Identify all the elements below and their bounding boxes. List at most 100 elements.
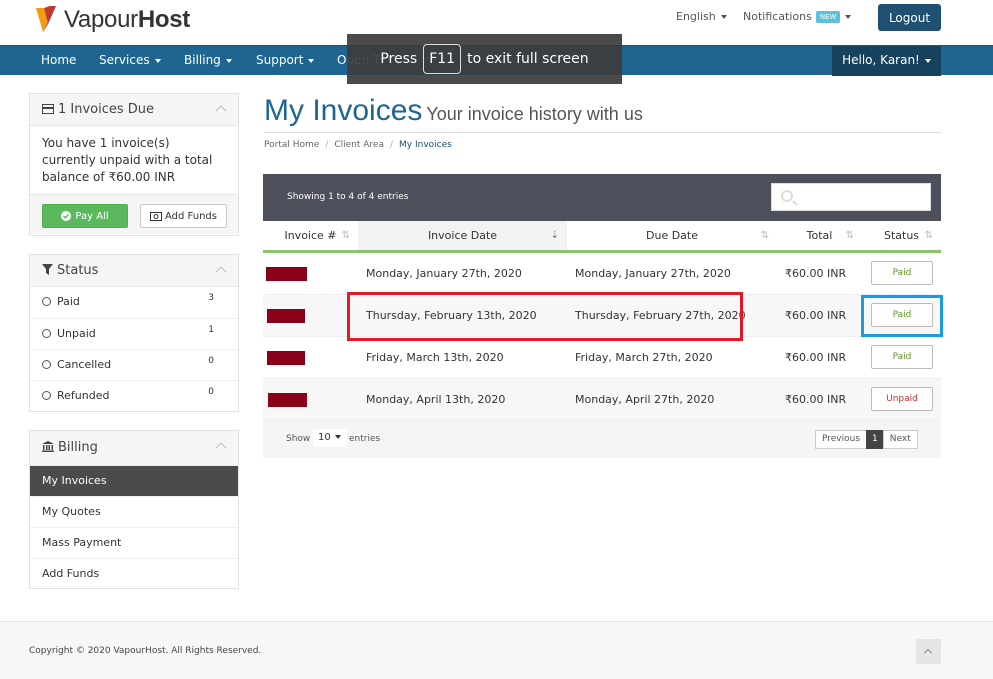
status-filter-unpaid[interactable]: Unpaid 1: [30, 318, 238, 349]
status-filter-label: Paid: [57, 295, 80, 308]
breadcrumb-separator: /: [389, 140, 394, 150]
brand-name: VapourHost: [64, 6, 190, 33]
column-label: Total: [806, 229, 833, 242]
brand-logo[interactable]: VapourHost: [34, 2, 194, 36]
billing-header[interactable]: Billing: [30, 431, 238, 465]
table-search-input[interactable]: [771, 183, 931, 211]
breadcrumb-portal-home[interactable]: Portal Home: [264, 140, 319, 150]
chevron-up-icon[interactable]: [215, 442, 227, 454]
chevron-up-icon[interactable]: [215, 266, 227, 278]
column-label: Status: [883, 229, 920, 242]
invoice-date-cell: Monday, January 27th, 2020: [366, 267, 522, 280]
due-date-cell: Monday, January 27th, 2020: [575, 267, 731, 280]
column-header-total[interactable]: Total ⇅: [777, 221, 862, 250]
column-header-status[interactable]: Status ⇅: [862, 221, 941, 250]
status-filter-label: Refunded: [57, 389, 110, 402]
pagination-previous[interactable]: Previous: [815, 430, 868, 449]
entries-per-page-value: 10: [318, 432, 331, 443]
invoices-due-header[interactable]: 1 Invoices Due: [30, 94, 238, 126]
credit-card-icon: [42, 103, 54, 114]
entries-per-page-select[interactable]: 10: [313, 429, 347, 447]
radio-icon[interactable]: [42, 359, 51, 369]
nav-support[interactable]: Support: [256, 46, 315, 76]
billing-panel: Billing My Invoices My Quotes Mass Payme…: [29, 430, 239, 589]
status-panel: Status Paid 3 Unpaid 1 Cancelled 0 Refunded…: [29, 254, 239, 412]
new-badge: NEW: [815, 11, 841, 23]
pay-all-button[interactable]: Pay All: [42, 204, 128, 228]
sidebar-item-mass-payment[interactable]: Mass Payment: [30, 527, 238, 558]
nav-services[interactable]: Services: [99, 46, 161, 76]
breadcrumb-separator: /: [325, 140, 329, 150]
page-title: My Invoices Your invoice history with us: [264, 94, 643, 128]
nav-home[interactable]: Home: [41, 46, 76, 76]
total-cell: ₹60.00 INR: [785, 267, 847, 280]
nav-services-label: Services: [99, 53, 150, 67]
table-row[interactable]: Monday, January 27th, 2020 Monday, Janua…: [263, 253, 941, 295]
nav-billing-label: Billing: [184, 53, 221, 67]
search-icon: [781, 190, 793, 202]
sort-icon: ⇅: [924, 230, 933, 241]
column-label: Invoice Date: [427, 229, 498, 242]
pagination-next[interactable]: Next: [882, 430, 918, 449]
column-header-due-date[interactable]: Due Date ⇅: [567, 221, 777, 250]
status-header[interactable]: Status: [30, 255, 238, 287]
sort-icon: ⇅: [760, 230, 769, 241]
status-filter-paid[interactable]: Paid 3: [30, 287, 238, 318]
highlight-box-red: [347, 292, 743, 341]
status-filter-cancelled[interactable]: Cancelled 0: [30, 349, 238, 380]
user-greeting: Hello, Karan!: [842, 53, 920, 67]
table-info: Showing 1 to 4 of 4 entries: [287, 192, 409, 202]
status-count: 0: [208, 387, 214, 397]
language-label: English: [676, 10, 716, 23]
breadcrumb-client-area[interactable]: Client Area: [334, 140, 384, 150]
notifications-label: Notifications: [743, 10, 812, 23]
radio-icon[interactable]: [42, 390, 51, 400]
status-badge: Unpaid: [871, 387, 933, 411]
length-label: Show: [286, 434, 311, 444]
sort-icon: ⇅: [845, 230, 854, 241]
sidebar-item-my-quotes[interactable]: My Quotes: [30, 496, 238, 527]
back-to-top-button[interactable]: [916, 639, 941, 664]
money-icon: [150, 211, 162, 221]
column-header-invoice-date[interactable]: Invoice Date ⇣: [358, 221, 567, 250]
length-after-label: entries: [349, 434, 381, 444]
status-count: 1: [208, 325, 214, 335]
sidebar-item-my-invoices[interactable]: My Invoices: [30, 465, 238, 496]
invoice-number-redacted[interactable]: [267, 351, 305, 365]
column-header-invoice-number[interactable]: Invoice # ⇅: [263, 221, 358, 250]
table-row[interactable]: Monday, April 13th, 2020 Monday, April 2…: [263, 379, 941, 421]
status-count: 3: [208, 293, 214, 303]
radio-icon[interactable]: [42, 328, 51, 338]
invoices-due-panel: 1 Invoices Due You have 1 invoice(s) cur…: [29, 93, 239, 236]
breadcrumb-current: My Invoices: [399, 140, 452, 150]
chevron-down-icon: [225, 58, 232, 63]
language-menu[interactable]: English: [676, 10, 727, 23]
fullscreen-text-before: Press: [380, 51, 418, 67]
add-funds-label: Add Funds: [165, 210, 217, 222]
notifications-menu[interactable]: Notifications NEW: [743, 10, 852, 23]
invoice-number-redacted[interactable]: [266, 267, 307, 281]
invoices-due-text: You have 1 invoice(s) currently unpaid w…: [42, 136, 213, 184]
status-title: Status: [57, 263, 99, 278]
pagination-page-1[interactable]: 1: [866, 430, 884, 449]
invoice-number-redacted[interactable]: [268, 393, 307, 407]
invoice-number-redacted[interactable]: [267, 309, 305, 323]
page-title-text: My Invoices: [264, 94, 423, 127]
invoices-due-title: 1 Invoices Due: [58, 102, 155, 117]
nav-billing[interactable]: Billing: [184, 46, 232, 76]
user-menu[interactable]: Hello, Karan!: [832, 46, 941, 76]
status-filter-label: Cancelled: [57, 358, 112, 371]
radio-icon[interactable]: [42, 296, 51, 306]
chevron-up-icon[interactable]: [215, 105, 227, 117]
total-cell: ₹60.00 INR: [785, 351, 847, 364]
add-funds-button[interactable]: Add Funds: [140, 204, 227, 228]
table-row[interactable]: Friday, March 13th, 2020 Friday, March 2…: [263, 337, 941, 379]
check-circle-icon: [61, 211, 72, 221]
sidebar-item-add-funds[interactable]: Add Funds: [30, 558, 238, 589]
table-header: Invoice # ⇅ Invoice Date ⇣ Due Date ⇅ Total…: [263, 221, 941, 253]
chevron-down-icon: [308, 58, 315, 63]
title-divider: [264, 132, 941, 133]
status-filter-refunded[interactable]: Refunded 0: [30, 380, 238, 411]
due-date-cell: Monday, April 27th, 2020: [575, 393, 715, 406]
logout-button[interactable]: Logout: [878, 4, 941, 31]
